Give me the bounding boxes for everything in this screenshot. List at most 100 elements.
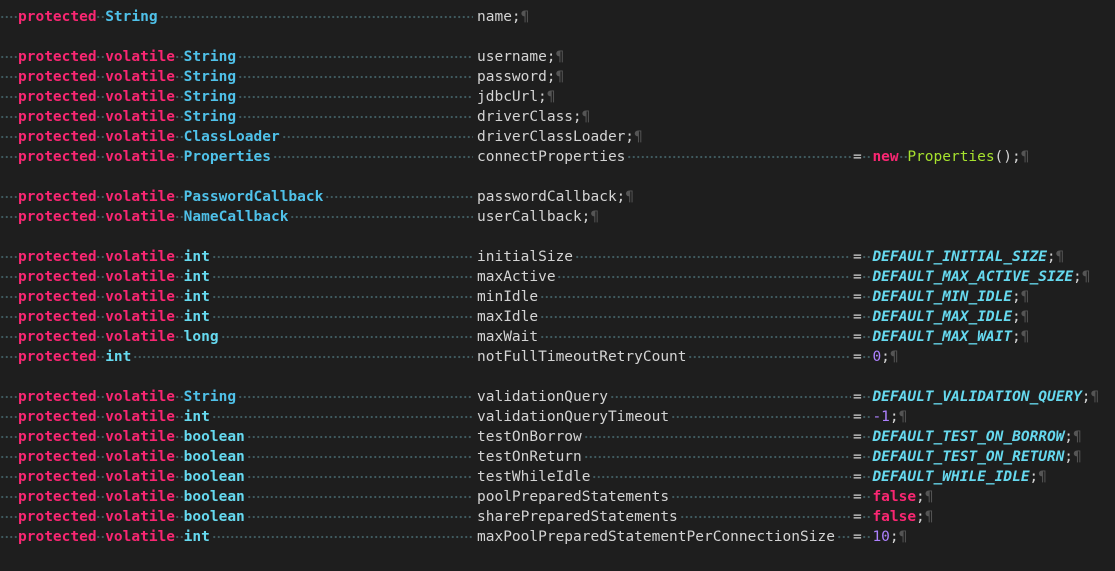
assign-operator: = [853, 269, 862, 285]
field-name: maxIdle [477, 309, 539, 325]
type-name: Properties [183, 149, 271, 165]
alignment-whitespace [670, 487, 851, 507]
indent-whitespace [0, 187, 18, 207]
whitespace [96, 347, 106, 367]
whitespace [174, 107, 184, 127]
field-name: connectProperties [477, 149, 626, 165]
whitespace [174, 307, 184, 327]
code-line[interactable]: protected volatile int validationQueryTimeo… [0, 407, 1115, 427]
type-name: boolean [183, 429, 245, 445]
boolean-literal: false [872, 489, 917, 505]
code-line[interactable]: protected volatile int maxIdle = DEFAULT_MAX_… [0, 307, 1115, 327]
code-line[interactable]: protected volatile String password; ¶ [0, 67, 1115, 87]
modifier-keyword: volatile [105, 249, 176, 265]
code-editor[interactable]: protected String name; ¶ protected volatile St… [0, 0, 1115, 571]
semicolon: ; [1011, 289, 1021, 305]
pilcrow-icon: ¶ [1073, 429, 1082, 445]
call-parens: (); [994, 149, 1021, 165]
code-line[interactable]: protected String name; ¶ [0, 7, 1115, 27]
type-name: PasswordCallback [183, 189, 324, 205]
code-line[interactable]: protected volatile int minIdle = DEFAULT_MIN_… [0, 287, 1115, 307]
pilcrow-icon: ¶ [1038, 469, 1047, 485]
code-line[interactable]: protected volatile int initialSize = DEFAULT_… [0, 247, 1115, 267]
assign-operator: = [853, 529, 862, 545]
field-name: testOnReturn [477, 449, 582, 465]
alignment-whitespace [246, 467, 473, 487]
indent-whitespace [0, 407, 18, 427]
modifier-keyword: volatile [105, 189, 176, 205]
indent-whitespace [0, 467, 18, 487]
alignment-whitespace [246, 507, 473, 527]
assign-operator: = [853, 349, 862, 365]
assign-operator: = [853, 149, 862, 165]
alignment-whitespace [246, 427, 473, 447]
code-line[interactable]: protected volatile boolean poolPreparedStat… [0, 487, 1115, 507]
whitespace [861, 147, 871, 167]
code-line[interactable]: protected volatile boolean testOnReturn = DEF… [0, 447, 1115, 467]
whitespace [174, 87, 184, 107]
whitespace [174, 147, 184, 167]
whitespace [96, 187, 106, 207]
modifier-keyword: volatile [105, 529, 176, 545]
default-constant: DEFAULT_TEST_ON_BORROW [872, 429, 1065, 445]
whitespace [96, 287, 106, 307]
whitespace [96, 467, 106, 487]
semicolon: ; [1064, 429, 1073, 445]
code-line[interactable]: protected volatile long maxWait = DEFAULT_MAX… [0, 327, 1115, 347]
type-name: int [183, 289, 210, 305]
whitespace [96, 407, 106, 427]
code-line[interactable]: protected volatile boolean testWhileIdle = DE… [0, 467, 1115, 487]
modifier-keyword: protected [18, 129, 97, 145]
code-line[interactable]: protected volatile String jdbcUrl; ¶ [0, 87, 1115, 107]
code-line[interactable]: protected volatile boolean testOnBorrow = DEF… [0, 427, 1115, 447]
alignment-whitespace [211, 247, 473, 267]
whitespace [861, 267, 871, 287]
alignment-whitespace [238, 107, 473, 127]
code-line[interactable]: protected int notFullTimeoutRetryCount = 0; ¶ [0, 347, 1115, 367]
code-line[interactable]: protected volatile boolean sharePreparedSta… [0, 507, 1115, 527]
alignment-whitespace [238, 87, 473, 107]
pilcrow-icon: ¶ [520, 9, 530, 25]
code-line-blank[interactable] [0, 367, 1115, 387]
code-line[interactable]: protected volatile String validationQuery = D… [0, 387, 1115, 407]
indent-whitespace [0, 47, 18, 67]
code-line[interactable]: protected volatile NameCallback userCallbac… [0, 207, 1115, 227]
modifier-keyword: volatile [105, 69, 176, 85]
modifier-keyword: protected [18, 409, 97, 425]
code-line[interactable]: protected volatile ClassLoader driverClassL… [0, 127, 1115, 147]
whitespace [174, 507, 184, 527]
code-line[interactable]: protected volatile String driverClass; ¶ [0, 107, 1115, 127]
type-name: int [183, 409, 210, 425]
pilcrow-icon: ¶ [1020, 149, 1030, 165]
field-name: sharePreparedStatements [477, 509, 678, 525]
code-line-blank[interactable] [0, 167, 1115, 187]
pilcrow-icon: ¶ [1081, 269, 1091, 285]
pilcrow-icon: ¶ [625, 189, 634, 205]
semicolon: ; [881, 349, 890, 365]
type-name: String [183, 389, 237, 405]
code-line[interactable]: protected volatile int maxActive = DEFAULT_MA… [0, 267, 1115, 287]
alignment-whitespace [627, 147, 851, 167]
field-name: userCallback [477, 209, 582, 225]
whitespace [96, 47, 106, 67]
code-line[interactable]: protected volatile String username; ¶ [0, 47, 1115, 67]
code-line-blank[interactable] [0, 227, 1115, 247]
whitespace [174, 187, 184, 207]
field-name: testOnBorrow [477, 429, 582, 445]
assign-operator: = [853, 249, 862, 265]
semicolon: ; [1064, 449, 1073, 465]
alignment-whitespace [211, 527, 473, 547]
code-line[interactable]: protected volatile Properties connectProper… [0, 147, 1115, 167]
pilcrow-icon: ¶ [898, 409, 908, 425]
code-line-blank[interactable] [0, 27, 1115, 47]
pilcrow-icon: ¶ [1073, 449, 1082, 465]
field-name: notFullTimeoutRetryCount [477, 349, 687, 365]
code-line[interactable]: protected volatile int maxPoolPreparedState… [0, 527, 1115, 547]
indent-whitespace [0, 327, 18, 347]
type-name: String [183, 49, 237, 65]
code-line[interactable]: protected volatile PasswordCallback passwor… [0, 187, 1115, 207]
modifier-keyword: protected [18, 389, 97, 405]
indent-whitespace [0, 507, 18, 527]
pilcrow-icon: ¶ [1020, 329, 1030, 345]
type-name: NameCallback [183, 209, 289, 225]
